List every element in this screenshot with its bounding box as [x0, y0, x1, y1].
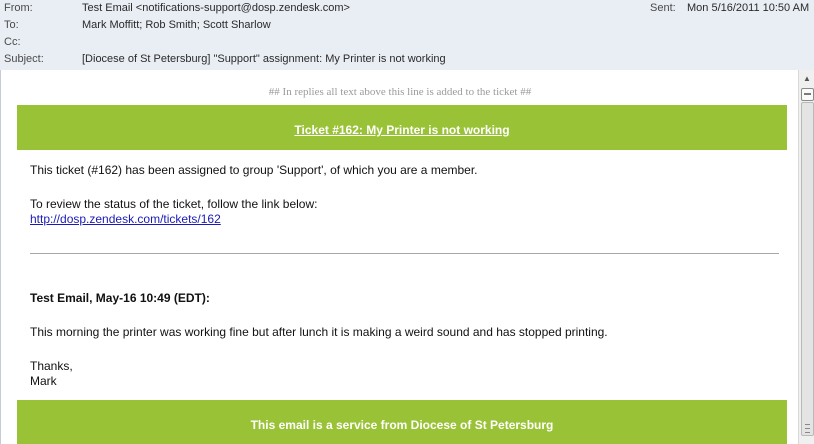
subject-value: [Diocese of St Petersburg] "Support" ass…	[82, 53, 446, 65]
from-label: From:	[4, 2, 33, 14]
to-label: To:	[4, 19, 19, 31]
ticket-title-banner: Ticket #162: My Printer is not working	[17, 105, 787, 150]
reply-marker: ## In replies all text above this line i…	[268, 86, 532, 98]
arrow-up-icon[interactable]: ▲	[800, 72, 814, 86]
to-row: To: Mark Moffitt; Rob Smith; Scott Sharl…	[0, 18, 814, 35]
divider	[30, 253, 779, 254]
review-text: To review the status of the ticket, foll…	[30, 197, 318, 211]
cc-label: Cc:	[4, 36, 21, 48]
vertical-scrollbar[interactable]: ▲	[798, 70, 814, 444]
from-value[interactable]: Test Email <notifications-support@dosp.z…	[82, 2, 350, 14]
comment-header: Test Email, May-16 10:49 (EDT):	[30, 291, 210, 305]
footer-text: This email is a service from Diocese of …	[250, 418, 554, 432]
ticket-link[interactable]: http://dosp.zendesk.com/tickets/162	[30, 212, 221, 226]
ticket-title-link[interactable]: Ticket #162: My Printer is not working	[294, 123, 509, 137]
cc-row: Cc:	[0, 35, 814, 52]
assigned-text: This ticket (#162) has been assigned to …	[30, 163, 478, 177]
signature: Mark	[30, 374, 57, 388]
to-value[interactable]: Mark Moffitt; Rob Smith; Scott Sharlow	[82, 19, 271, 31]
reading-pane-icon[interactable]	[801, 88, 814, 101]
closing-thanks: Thanks,	[30, 359, 73, 373]
comment-text: This morning the printer was working fin…	[30, 325, 608, 339]
footer-banner: This email is a service from Diocese of …	[17, 400, 787, 444]
scrollbar-thumb[interactable]	[801, 102, 814, 436]
subject-row: Subject: [Diocese of St Petersburg] "Sup…	[0, 52, 814, 69]
from-row: From: Test Email <notifications-support@…	[0, 1, 814, 18]
message-body: ## In replies all text above this line i…	[0, 70, 799, 444]
grip-icon	[805, 424, 810, 433]
subject-label: Subject:	[4, 53, 44, 65]
email-header: From: Test Email <notifications-support@…	[0, 0, 814, 71]
sent-label: Sent:	[650, 2, 676, 14]
sent-value: Mon 5/16/2011 10:50 AM	[687, 2, 810, 14]
